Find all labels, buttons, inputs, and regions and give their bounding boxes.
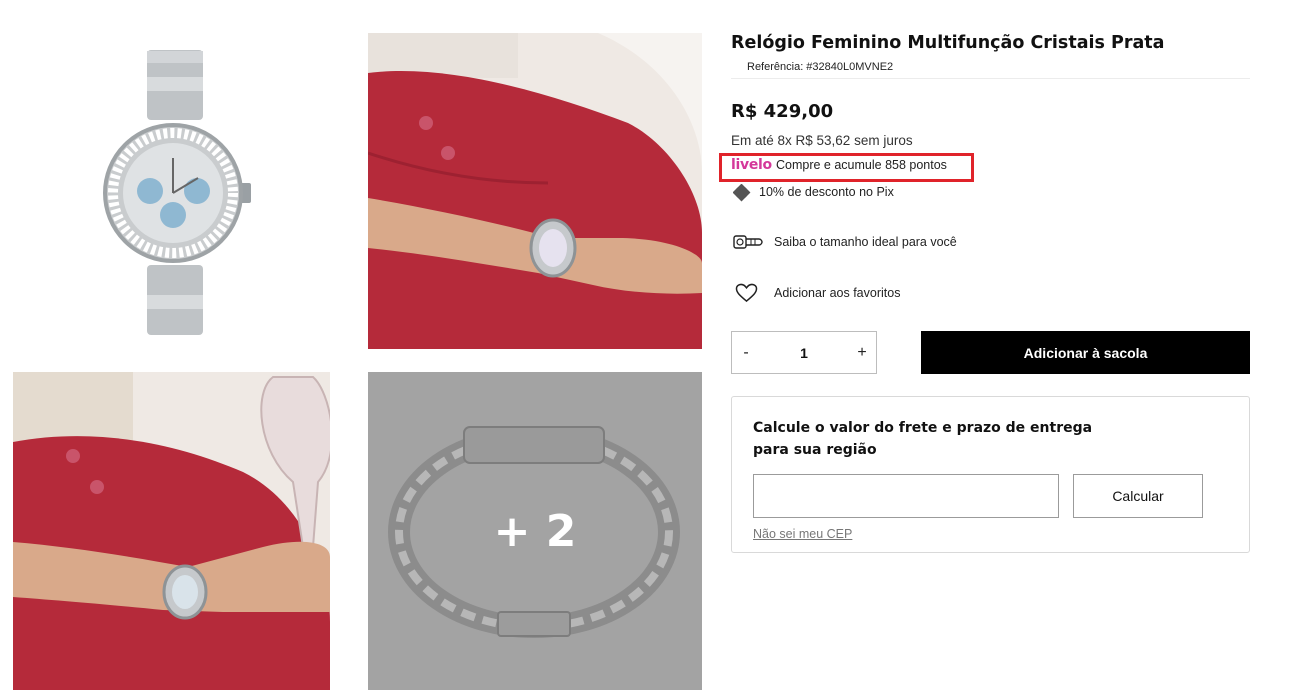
livelo-logo: livelo bbox=[731, 157, 772, 173]
product-image-model-glass[interactable] bbox=[13, 372, 330, 690]
shipping-title: Calcule o valor do frete e prazo de entr… bbox=[753, 420, 1093, 458]
size-guide-link[interactable]: Saiba o tamanho ideal para você bbox=[733, 232, 957, 252]
cep-input[interactable] bbox=[753, 474, 1059, 518]
product-price: R$ 429,00 bbox=[731, 101, 834, 122]
divider bbox=[731, 78, 1250, 79]
product-title: Relógio Feminino Multifunção Cristais Pr… bbox=[731, 33, 1165, 53]
pix-icon bbox=[733, 184, 751, 202]
calculate-button[interactable]: Calcular bbox=[1073, 474, 1203, 518]
more-photos-count[interactable]: + 2 bbox=[368, 372, 702, 690]
quantity-value: 1 bbox=[800, 344, 808, 361]
add-to-bag-button[interactable]: Adicionar à sacola bbox=[921, 331, 1250, 374]
quantity-increase-button[interactable]: + bbox=[848, 344, 876, 362]
quantity-decrease-button[interactable]: - bbox=[732, 344, 760, 362]
shipping-calculator: Calcule o valor do frete e prazo de entr… bbox=[731, 396, 1250, 553]
wrist-size-icon bbox=[733, 235, 763, 249]
favorites-label: Adicionar aos favoritos bbox=[774, 286, 901, 300]
quantity-stepper: - 1 + bbox=[731, 331, 877, 374]
installments-text: Em até 8x R$ 53,62 sem juros bbox=[731, 133, 913, 148]
product-image-watch-side[interactable]: + 2 bbox=[368, 372, 702, 690]
heart-icon bbox=[735, 283, 758, 303]
unknown-cep-link[interactable]: Não sei meu CEP bbox=[753, 527, 852, 541]
product-image-watch[interactable] bbox=[13, 33, 330, 349]
size-guide-label: Saiba o tamanho ideal para você bbox=[774, 235, 957, 249]
product-reference: Referência: #32840L0MVNE2 bbox=[747, 61, 894, 73]
add-to-favorites-link[interactable]: Adicionar aos favoritos bbox=[735, 283, 900, 303]
product-image-model-wrist[interactable] bbox=[368, 33, 702, 349]
livelo-points-text: Compre e acumule 858 pontos bbox=[776, 158, 947, 172]
pix-discount-text: 10% de desconto no Pix bbox=[759, 185, 894, 199]
